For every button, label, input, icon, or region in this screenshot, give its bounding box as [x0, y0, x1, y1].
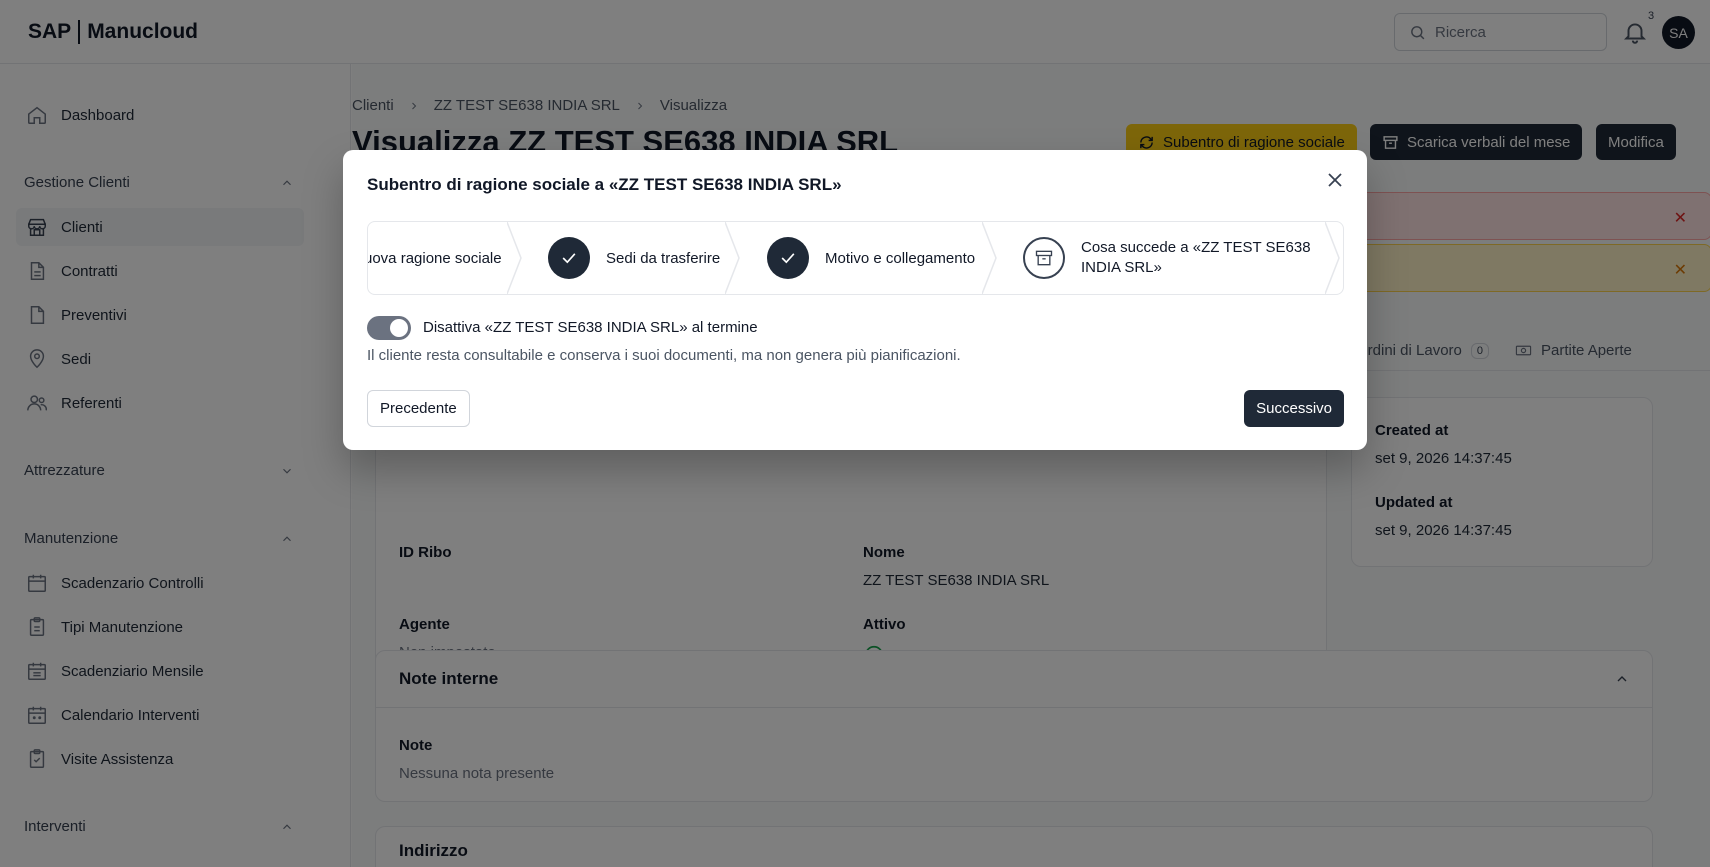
step-label: Cosa succede a «ZZ TEST SE638 INDIA SRL»: [1081, 239, 1311, 276]
precedente-button[interactable]: Precedente: [367, 390, 470, 427]
successivo-button[interactable]: Successivo: [1244, 390, 1344, 427]
step-sedi-da-trasferire[interactable]: Sedi da trasferire: [548, 222, 720, 294]
toggle-label: Disattiva «ZZ TEST SE638 INDIA SRL» al t…: [423, 319, 758, 336]
step-current-indicator: [1023, 237, 1065, 279]
stepper: uova ragione sociale Sedi da trasferire …: [367, 221, 1344, 295]
step-done-indicator: [548, 237, 590, 279]
toggle-knob: [390, 319, 408, 337]
step-separator-icon: [982, 222, 997, 294]
modal-title: Subentro di ragione sociale a «ZZ TEST S…: [367, 175, 842, 194]
step-motivo-e-collegamento[interactable]: Motivo e collegamento: [767, 222, 975, 294]
step-separator-icon: [1325, 222, 1340, 294]
check-icon: [562, 253, 576, 264]
disattiva-toggle[interactable]: [367, 316, 411, 340]
check-icon: [781, 253, 795, 264]
toggle-help-text: Il cliente resta consultabile e conserva…: [367, 347, 961, 364]
step-done-indicator: [767, 237, 809, 279]
subentro-modal: Subentro di ragione sociale a «ZZ TEST S…: [343, 150, 1367, 450]
step-cosa-succede[interactable]: Cosa succede a «ZZ TEST SE638 INDIA SRL»: [1023, 222, 1313, 294]
step-separator-icon: [507, 222, 522, 294]
step-separator-icon: [725, 222, 740, 294]
step-label: uova ragione sociale: [367, 249, 502, 267]
step-nuova-ragione-sociale[interactable]: uova ragione sociale: [367, 222, 502, 294]
archive-icon: [1035, 250, 1053, 266]
step-label: Sedi da trasferire: [606, 249, 721, 267]
close-icon[interactable]: [1323, 168, 1347, 192]
step-label: Motivo e collegamento: [825, 249, 976, 267]
